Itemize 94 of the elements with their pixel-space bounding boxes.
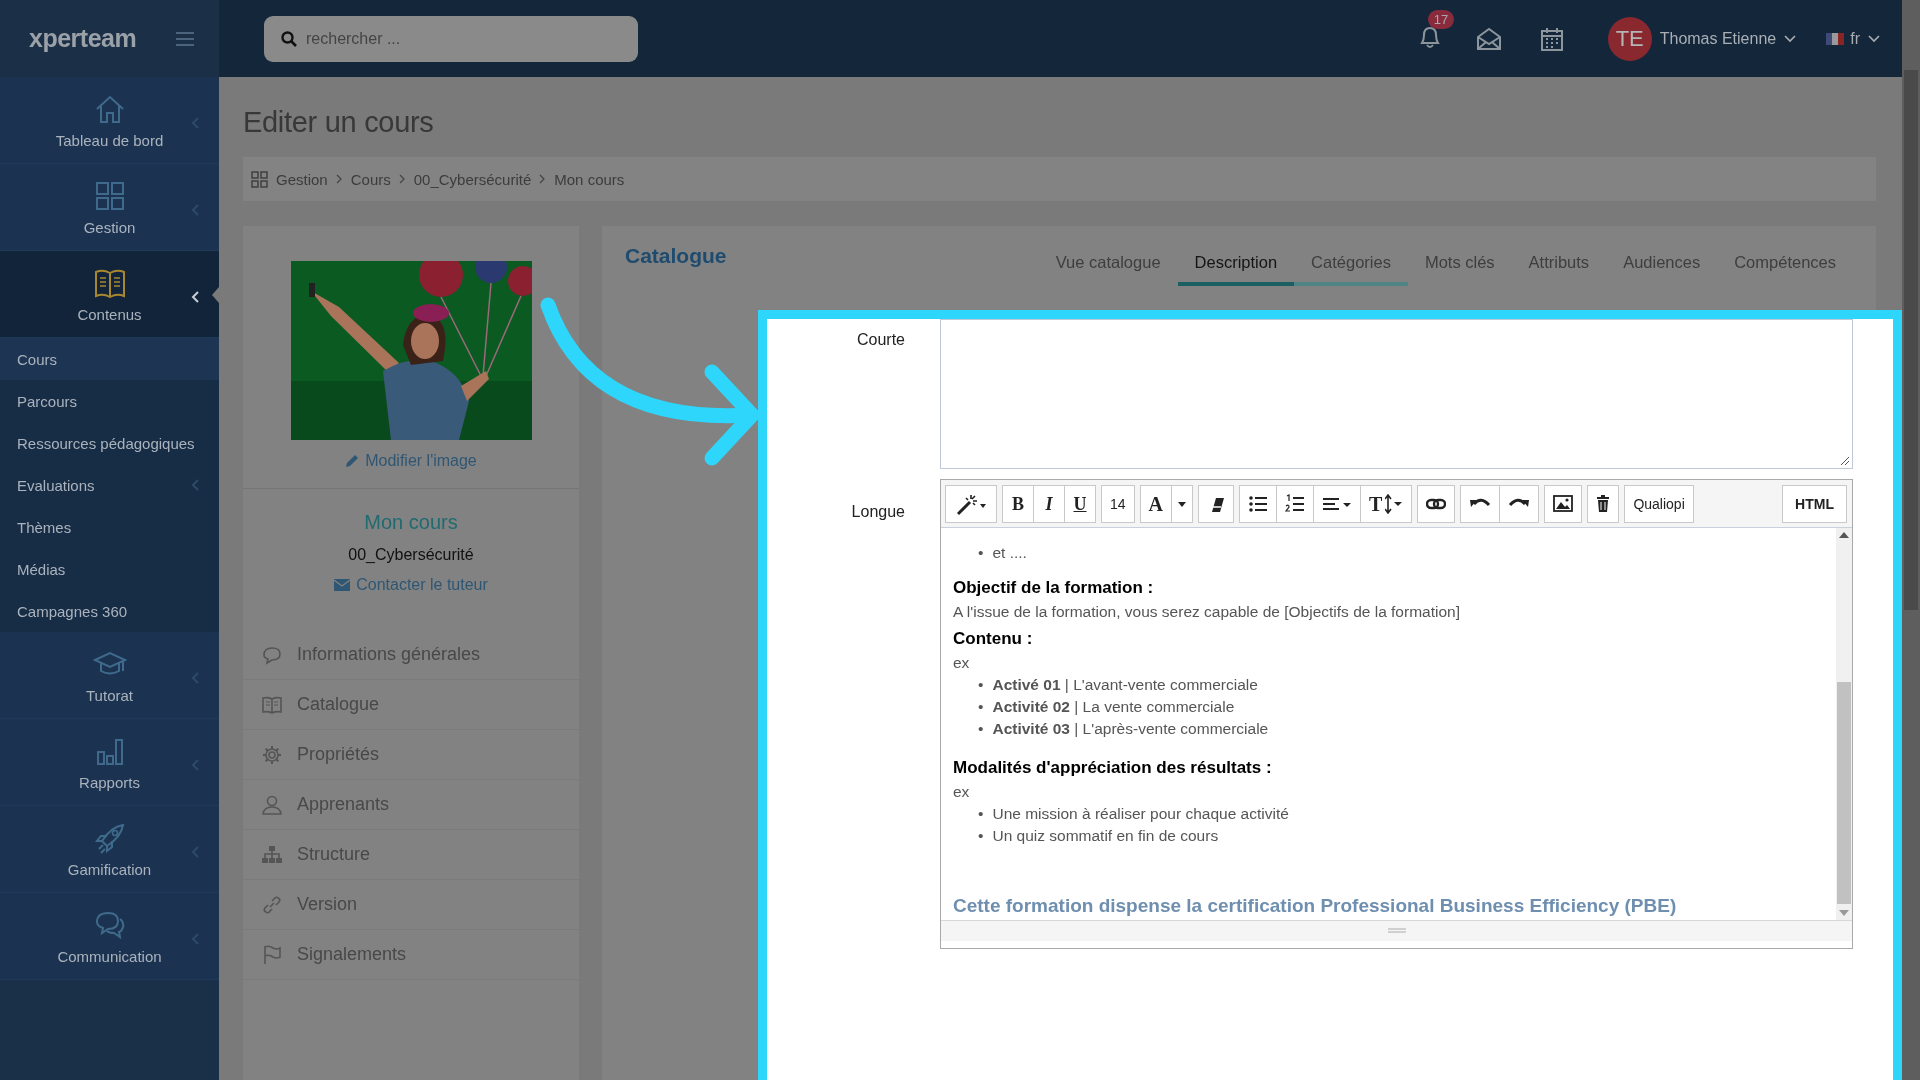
chevron-right-icon [539,174,547,184]
list-item: Une mission à réaliser pour chaque activité [992,804,1289,825]
paragraph: ex [953,782,971,803]
toolbar-button[interactable] [1313,485,1362,523]
bullet: • [978,697,984,718]
field-label: Longue [850,502,905,522]
field-label: Courte [855,330,905,350]
course-category: 00_Cybersécurité [348,546,474,564]
flag-icon[interactable] [1826,32,1845,45]
toolbar-button[interactable]: B [1002,485,1034,523]
pointer-notch [212,287,219,303]
list-item: Activité 02 | La vente commerciale [992,697,1235,718]
paragraph: A l'issue de la formation, vous serez capable de [Objectifs de la formation] [953,602,1461,623]
chevron-icon [191,933,199,945]
flag-icon [261,943,283,966]
section-heading: Objectif de la formation : [953,577,1155,599]
language-label[interactable]: fr [1850,29,1860,48]
tab[interactable]: Description [1177,250,1295,286]
chevron-right-icon [398,174,406,184]
chevron-icon [191,846,199,858]
toolbar-button[interactable] [945,485,997,523]
toolbar-button[interactable]: HTML [1782,485,1847,523]
notification-badge: 17 [1427,9,1455,29]
link-icon [261,893,283,916]
toolbar-button[interactable] [1587,485,1620,523]
submenu-item[interactable]: Campagnes 360 [17,602,128,620]
sidebar-item[interactable]: Gestion [0,164,219,251]
toolbar-button[interactable]: U [1064,485,1096,523]
submenu-item[interactable]: Médias [17,560,66,578]
list-item: Activité 03 | L'après-vente commerciale [992,719,1269,740]
magic-wand-icon[interactable] [954,492,988,516]
toolbar-button[interactable] [1460,485,1501,523]
app-logo[interactable]: xperteam [29,24,137,53]
search-icon [281,30,297,47]
chevron-icon [191,291,199,303]
chevron-down-icon[interactable] [1868,34,1880,43]
list-item: Activé 01 | L'avant-vente commerciale [992,675,1258,696]
chevron-down-icon[interactable] [1784,34,1797,43]
resize-handle-icon[interactable] [1387,928,1406,935]
text-height-icon[interactable] [1385,494,1404,514]
toolbar-button[interactable] [1239,485,1278,523]
toolbar-button[interactable]: Qualiopi [1624,485,1694,523]
toolbar-button[interactable] [1499,485,1540,523]
chevron-icon [191,672,199,684]
submenu-item[interactable]: Ressources pédagogiques [17,434,195,452]
chevron-right-icon [335,174,343,184]
toolbar-button[interactable] [1198,485,1235,523]
toolbar-button[interactable] [1544,485,1583,523]
course-title: Mon cours [364,511,458,534]
scrollbar[interactable] [1836,528,1852,921]
sidebar-item[interactable]: Contenus [0,251,219,338]
bullet: • [978,543,984,563]
sidebar-item[interactable]: Tutorat [0,632,219,719]
submenu-item[interactable]: Cours [17,350,57,368]
certification-note: Cette formation dispense la certification Professional Business Efficiency (PBE) [953,894,1678,919]
list-item: et .... [992,543,1027,563]
page-scrollbar[interactable] [1902,0,1920,1080]
page-title: Editer un cours [243,106,435,139]
toolbar-button[interactable] [1276,485,1315,523]
toolbar-button[interactable]: A [1139,485,1173,523]
user-name[interactable]: Thomas Etienne [1659,29,1777,48]
gear-icon [261,743,283,766]
toolbar-button[interactable] [1417,485,1456,523]
submenu-item[interactable]: Thèmes [17,518,72,536]
envelope-icon[interactable] [1475,26,1502,51]
paragraph: ex [953,653,971,674]
sidebar-item[interactable]: Tableau de bord [0,77,219,164]
bullet: • [978,719,984,740]
toolbar-button[interactable]: 14 [1101,485,1135,523]
sidebar-item[interactable]: Rapports [0,719,219,806]
panel-title: Catalogue [625,244,727,268]
bullet: • [978,804,984,825]
list-item: Un quiz sommatif en fin de cours [992,826,1219,847]
section-heading: Modalités d'appréciation des résultats : [953,757,1273,780]
scroll-up-icon[interactable] [1839,532,1849,538]
bullet: • [978,675,984,696]
toolbar-button[interactable]: I [1033,485,1065,523]
chevron-icon [191,204,199,216]
submenu-item[interactable]: Parcours [17,392,78,410]
calendar-icon[interactable] [1539,25,1564,52]
section-heading: Contenu : [953,628,1034,651]
chevron-icon [191,117,199,129]
hierarchy-icon [261,843,283,866]
chevron-icon [191,759,199,771]
search-field[interactable]: rechercher ... [264,15,638,62]
user-avatar[interactable]: TE [1607,16,1652,61]
text-size-button[interactable]: T [1360,485,1413,523]
submenu-item[interactable]: Evaluations [17,476,95,494]
user-icon [261,793,283,816]
resize-grip-icon[interactable] [1840,456,1850,466]
bullet: • [978,826,984,847]
sidebar-item[interactable]: Communication [0,893,219,980]
sidebar-item[interactable]: Gamification [0,806,219,893]
grid-icon [251,170,268,188]
